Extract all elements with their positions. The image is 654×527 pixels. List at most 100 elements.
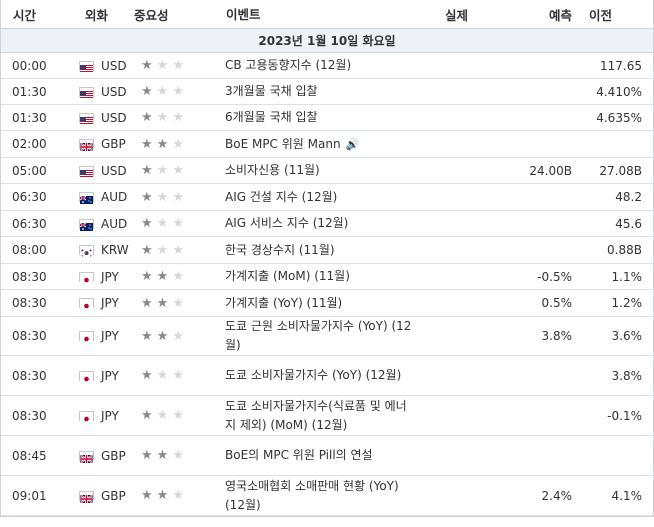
event-name[interactable]: BoE MPC 위원 Mann 🔊 xyxy=(224,135,414,154)
event-title[interactable]: AIG 서비스 지수 (12월) xyxy=(225,216,348,230)
event-title[interactable]: 도쿄 소비자물가지수 (YoY) (12월) xyxy=(225,368,401,382)
event-title[interactable]: 한국 경상수지 (11월) xyxy=(225,243,335,257)
currency-code: JPY xyxy=(101,329,119,343)
event-row[interactable]: 08:30 JPY ★★★ 도쿄 근원 소비자물가지수 (YoY) (12월) … xyxy=(1,317,653,356)
date-row: 2023년 1월 10일 화요일 xyxy=(1,29,653,53)
event-name[interactable]: AIG 서비스 지수 (12월) xyxy=(224,214,414,233)
star-icon: ★ xyxy=(172,488,188,503)
star-icon: ★ xyxy=(156,163,173,178)
star-icon: ★ xyxy=(172,136,188,152)
event-name[interactable]: 가계지출 (MoM) (11월) xyxy=(224,267,414,286)
star-icon: ★ xyxy=(172,84,188,99)
event-title[interactable]: 도쿄 근원 소비자물가지수 (YoY) (12월) xyxy=(225,319,411,352)
event-currency: AUD xyxy=(67,217,133,231)
us-flag-icon xyxy=(79,86,94,99)
event-previous: -0.1% xyxy=(607,408,642,423)
event-title[interactable]: AIG 건설 지수 (12월) xyxy=(225,190,337,204)
star-icon: ★ xyxy=(172,110,188,125)
event-name[interactable]: 6개월물 국채 입찰 xyxy=(224,108,414,127)
star-icon: ★ xyxy=(156,58,173,73)
header-forecast[interactable]: 예측 xyxy=(504,5,572,24)
event-name[interactable]: 소비자신용 (11월) xyxy=(224,161,414,180)
header-time[interactable]: 시간 xyxy=(1,5,67,24)
header-previous[interactable]: 이전 xyxy=(572,5,652,24)
star-icon: ★ xyxy=(172,189,188,205)
event-row[interactable]: 02:00 GBP ★★★ BoE MPC 위원 Mann 🔊 xyxy=(1,131,653,158)
event-title[interactable]: 도쿄 소비자물가지수(식료품 및 에너지 제외) (MoM) (12월) xyxy=(225,399,407,432)
event-currency: AUD xyxy=(67,190,133,204)
star-icon: ★ xyxy=(141,295,157,311)
event-name[interactable]: 영국소매협회 소매판매 현황 (YoY) (12월) xyxy=(224,477,414,515)
header-currency[interactable]: 외화 xyxy=(67,5,133,24)
event-previous: 48.2 xyxy=(615,190,642,204)
event-title[interactable]: CB 고용동향지수 (12월) xyxy=(225,58,351,72)
header-importance[interactable]: 중요성 xyxy=(133,5,224,24)
event-time: 02:00 xyxy=(12,137,47,151)
star-icon: ★ xyxy=(156,368,173,383)
event-title[interactable]: 영국소매협회 소매판매 현황 (YoY) (12월) xyxy=(225,479,399,512)
event-title[interactable]: BoE MPC 위원 Mann xyxy=(225,137,341,151)
event-title[interactable]: 가계지출 (MoM) (11월) xyxy=(225,269,350,283)
event-row[interactable]: 01:30 USD ★★★ 6개월물 국채 입찰 4.635% xyxy=(1,105,653,131)
currency-code: GBP xyxy=(101,488,126,503)
event-currency: JPY xyxy=(67,409,133,423)
event-row[interactable]: 06:30 AUD ★★★ AIG 건설 지수 (12월) 48.2 xyxy=(1,184,653,211)
event-forecast: 0.5% xyxy=(541,296,573,310)
header-actual[interactable]: 실제 xyxy=(414,5,504,24)
event-name[interactable]: AIG 건설 지수 (12월) xyxy=(224,188,414,207)
event-name[interactable]: 3개월물 국채 입찰 xyxy=(224,82,414,101)
event-name[interactable]: BoE의 MPC 위원 Pill의 연설 xyxy=(224,446,414,465)
event-name[interactable]: CB 고용동향지수 (12월) xyxy=(224,56,414,75)
importance-stars: ★★★ xyxy=(133,296,224,311)
event-currency: JPY xyxy=(67,270,133,284)
event-forecast: 24.00B xyxy=(529,163,572,178)
star-icon: ★ xyxy=(141,269,157,284)
event-row[interactable]: 08:30 JPY ★★★ 가계지출 (MoM) (11월) -0.5% 1.1… xyxy=(1,264,653,290)
us-flag-icon xyxy=(79,60,94,73)
event-name[interactable]: 가계지출 (YoY) (11월) xyxy=(224,294,414,313)
event-row[interactable]: 08:30 JPY ★★★ 도쿄 소비자물가지수(식료품 및 에너지 제외) (… xyxy=(1,396,653,436)
event-time: 08:30 xyxy=(12,269,47,284)
event-time: 06:30 xyxy=(12,190,47,204)
importance-stars: ★★★ xyxy=(133,58,224,73)
currency-code: USD xyxy=(101,84,127,99)
event-name[interactable]: 한국 경상수지 (11월) xyxy=(224,241,414,260)
star-icon: ★ xyxy=(141,216,157,231)
star-icon: ★ xyxy=(156,408,173,423)
header-event[interactable]: 이벤트 xyxy=(224,5,414,24)
event-name[interactable]: 도쿄 소비자물가지수(식료품 및 에너지 제외) (MoM) (12월) xyxy=(224,397,414,435)
event-previous: 117.65 xyxy=(600,58,642,73)
star-icon: ★ xyxy=(172,368,188,383)
currency-code: GBP xyxy=(101,137,126,151)
event-row[interactable]: 08:30 JPY ★★★ 도쿄 소비자물가지수 (YoY) (12월) 3.8… xyxy=(1,356,653,396)
event-title[interactable]: 가계지출 (YoY) (11월) xyxy=(225,296,342,310)
event-row[interactable]: 00:00 USD ★★★ CB 고용동향지수 (12월) 117.65 xyxy=(1,53,653,79)
event-row[interactable]: 08:45 GBP ★★★ BoE의 MPC 위원 Pill의 연설 xyxy=(1,436,653,476)
importance-stars: ★★★ xyxy=(133,243,224,258)
star-icon: ★ xyxy=(172,408,188,423)
currency-code: GBP xyxy=(101,448,126,463)
event-row[interactable]: 05:00 USD ★★★ 소비자신용 (11월) 24.00B 27.08B xyxy=(1,158,653,184)
importance-stars: ★★★ xyxy=(133,216,224,231)
event-title[interactable]: 3개월물 국채 입찰 xyxy=(225,84,318,98)
event-title[interactable]: BoE의 MPC 위원 Pill의 연설 xyxy=(225,448,373,462)
event-row[interactable]: 01:30 USD ★★★ 3개월물 국채 입찰 4.410% xyxy=(1,79,653,105)
event-time: 08:30 xyxy=(12,296,47,310)
star-icon: ★ xyxy=(141,408,157,423)
importance-stars: ★★★ xyxy=(133,368,224,383)
event-name[interactable]: 도쿄 소비자물가지수 (YoY) (12월) xyxy=(224,366,414,385)
event-currency: GBP xyxy=(67,488,133,504)
star-icon: ★ xyxy=(156,295,173,311)
event-row[interactable]: 08:00 KRW ★★★ 한국 경상수지 (11월) 0.88B xyxy=(1,237,653,264)
event-row[interactable]: 09:01 GBP ★★★ 영국소매협회 소매판매 현황 (YoY) (12월)… xyxy=(1,476,653,516)
currency-code: JPY xyxy=(101,408,119,423)
event-row[interactable]: 06:30 AUD ★★★ AIG 서비스 지수 (12월) 45.6 xyxy=(1,211,653,237)
event-title[interactable]: 소비자신용 (11월) xyxy=(225,163,320,177)
event-name[interactable]: 도쿄 근원 소비자물가지수 (YoY) (12월) xyxy=(224,317,414,355)
speaker-icon: 🔊 xyxy=(345,137,360,151)
star-icon: ★ xyxy=(172,216,188,231)
currency-code: USD xyxy=(101,110,127,125)
event-title[interactable]: 6개월물 국채 입찰 xyxy=(225,110,318,124)
event-row[interactable]: 08:30 JPY ★★★ 가계지출 (YoY) (11월) 0.5% 1.2% xyxy=(1,290,653,317)
star-icon: ★ xyxy=(141,84,157,99)
